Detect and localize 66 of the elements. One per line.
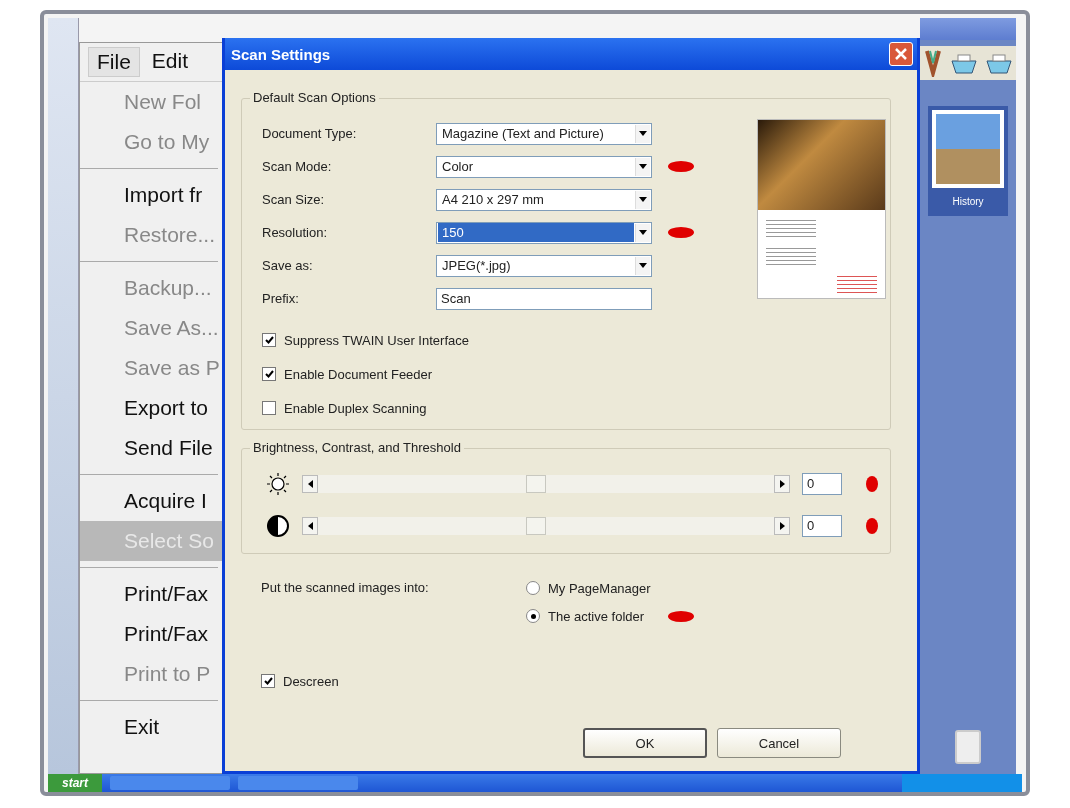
close-icon: [894, 47, 908, 61]
field-label: Save as:: [262, 258, 314, 273]
scroll-right-button[interactable]: [774, 475, 790, 493]
menu-item[interactable]: Print/Fax: [80, 614, 222, 654]
dialog-title: Scan Settings: [231, 45, 331, 63]
radio-label: My PageManager: [548, 580, 651, 596]
annotation-mark: [668, 227, 694, 238]
field-label: Prefix:: [262, 291, 300, 306]
radio-label: The active folder: [548, 608, 645, 624]
menu-item[interactable]: Print/Fax: [80, 574, 222, 614]
scanner-icon[interactable]: [984, 51, 1013, 75]
field-label: Document Type:: [262, 126, 358, 141]
scroll-left-button[interactable]: [302, 517, 318, 535]
brush-icon[interactable]: [923, 49, 944, 77]
slider-thumb[interactable]: [526, 517, 546, 535]
contrast-icon: [266, 514, 290, 538]
dropdown[interactable]: 150: [436, 221, 652, 244]
thumbnail-label: History: [952, 196, 984, 207]
scroll-right-button[interactable]: [774, 517, 790, 535]
left-arrow-icon: [307, 480, 313, 488]
slider-thumb[interactable]: [526, 475, 546, 493]
checkbox[interactable]: [261, 674, 275, 688]
menu-bar-item[interactable]: File: [88, 47, 140, 77]
checkbox-label: Enable Document Feeder: [284, 366, 433, 382]
scroll-left-button[interactable]: [302, 475, 318, 493]
brightness-icon: [266, 472, 290, 496]
checkbox-label: Descreen: [283, 673, 339, 689]
dropdown[interactable]: Color: [436, 155, 652, 178]
ok-button[interactable]: OK: [583, 728, 707, 758]
annotation-mark: [668, 610, 695, 622]
right-arrow-icon: [779, 522, 785, 530]
checkbox[interactable]: [262, 401, 276, 415]
checkbox-label: Suppress TWAIN User Interface: [284, 332, 469, 348]
cancel-button[interactable]: Cancel: [717, 728, 841, 758]
right-arrow-icon: [779, 480, 785, 488]
close-button[interactable]: [889, 42, 913, 66]
value-field[interactable]: 0: [802, 515, 842, 537]
menu-item[interactable]: Acquire I: [80, 481, 222, 521]
field-label: Resolution:: [262, 225, 329, 240]
slider[interactable]: [302, 474, 790, 494]
menu-item[interactable]: Import fr: [80, 175, 222, 215]
radio-button[interactable]: [526, 609, 540, 623]
checkbox[interactable]: [262, 367, 276, 381]
thumbnail-card[interactable]: History: [928, 106, 1008, 216]
destination-label: Put the scanned images into:: [261, 579, 430, 597]
field-label: Scan Size:: [262, 192, 326, 207]
menu-item[interactable]: Send File: [80, 428, 222, 468]
scanner-icon[interactable]: [950, 51, 978, 75]
checkbox-label: Enable Duplex Scanning: [284, 400, 427, 416]
value-field[interactable]: 0: [802, 473, 842, 495]
checkbox[interactable]: [262, 333, 276, 347]
annotation-mark: [668, 161, 694, 172]
menu-item[interactable]: Export to: [80, 388, 222, 428]
field-label: Scan Mode:: [262, 159, 333, 174]
group-title: Default Scan Options: [250, 90, 379, 105]
menu-bar-item[interactable]: Edit: [143, 47, 197, 77]
group-title: Brightness, Contrast, and Threshold: [250, 440, 464, 455]
menu-item[interactable]: Exit: [80, 707, 222, 747]
slider[interactable]: [302, 516, 790, 536]
dropdown[interactable]: A4 210 x 297 mm: [436, 188, 652, 211]
start-button[interactable]: start: [48, 774, 102, 792]
input-field[interactable]: Scan: [436, 287, 652, 310]
left-arrow-icon: [307, 522, 313, 530]
dropdown[interactable]: JPEG(*.jpg): [436, 254, 652, 277]
radio-button[interactable]: [526, 581, 540, 595]
dropdown[interactable]: Magazine (Text and Picture): [436, 122, 652, 145]
